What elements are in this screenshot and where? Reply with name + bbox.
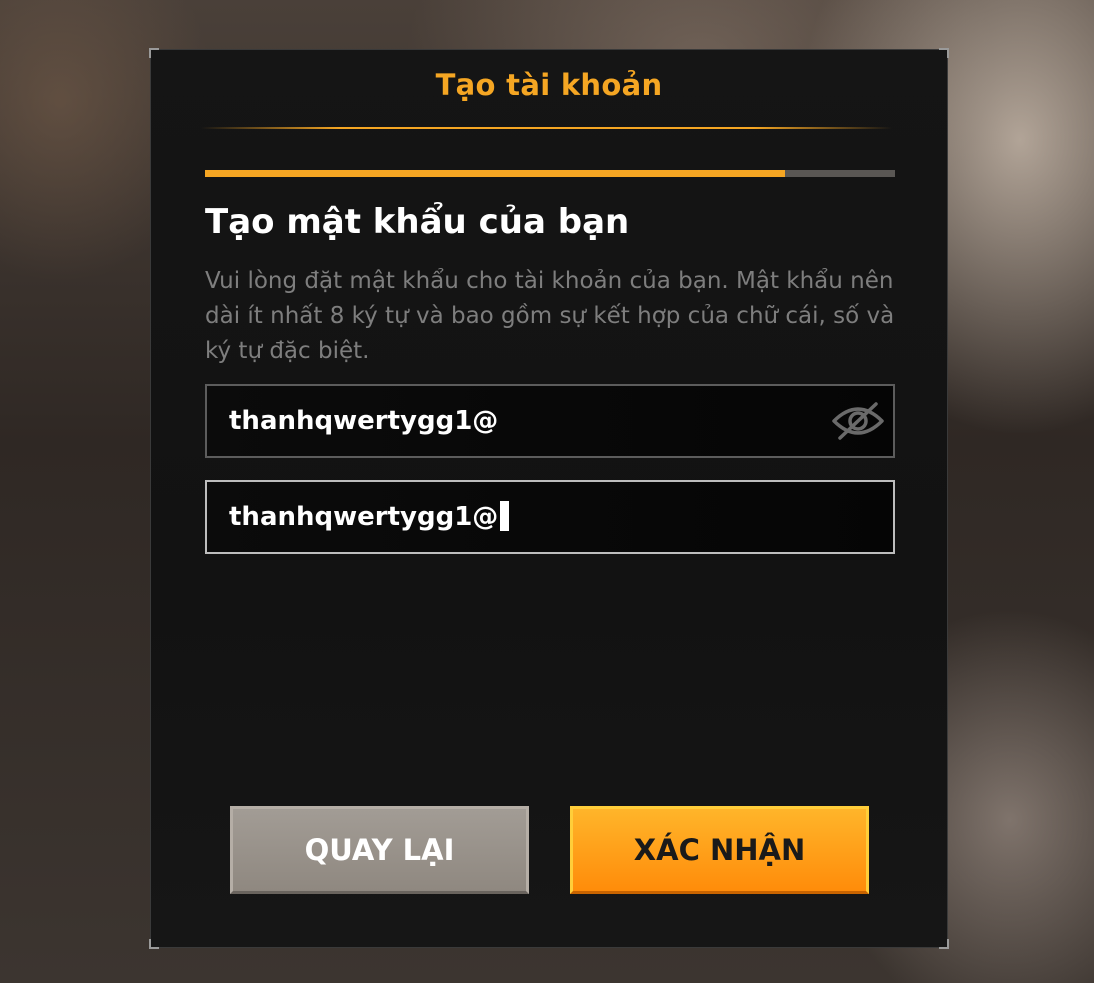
- toggle-password-visibility-button[interactable]: [829, 400, 887, 442]
- confirm-password-value-wrap: thanhqwertygg1@: [229, 482, 510, 552]
- title-divider: [201, 127, 892, 129]
- corner-decoration: [149, 939, 159, 949]
- step-heading: Tạo mật khẩu của bạn: [205, 202, 630, 242]
- confirm-button[interactable]: XÁC NHẬN: [570, 806, 869, 894]
- confirm-button-label: XÁC NHẬN: [633, 833, 806, 867]
- text-cursor: [500, 500, 510, 531]
- corner-decoration: [939, 939, 949, 949]
- password-field[interactable]: thanhqwertygg1@: [205, 384, 895, 458]
- eye-slash-icon: [832, 402, 884, 440]
- corner-decoration: [939, 48, 949, 58]
- confirm-password-value: thanhqwertygg1@: [229, 502, 499, 532]
- step-description: Vui lòng đặt mật khẩu cho tài khoản của …: [205, 268, 895, 364]
- confirm-password-field[interactable]: thanhqwertygg1@: [205, 480, 895, 554]
- back-button-label: QUAY LẠI: [304, 833, 455, 867]
- dialog-title: Tạo tài khoản: [435, 68, 663, 102]
- password-value: thanhqwertygg1@: [229, 406, 499, 436]
- back-button[interactable]: QUAY LẠI: [230, 806, 529, 894]
- step-progress-fill: [205, 170, 785, 177]
- step-progress-bar: [205, 170, 895, 177]
- corner-decoration: [149, 48, 159, 58]
- create-account-dialog: Tạo tài khoản Tạo mật khẩu của bạn Vui l…: [149, 48, 949, 949]
